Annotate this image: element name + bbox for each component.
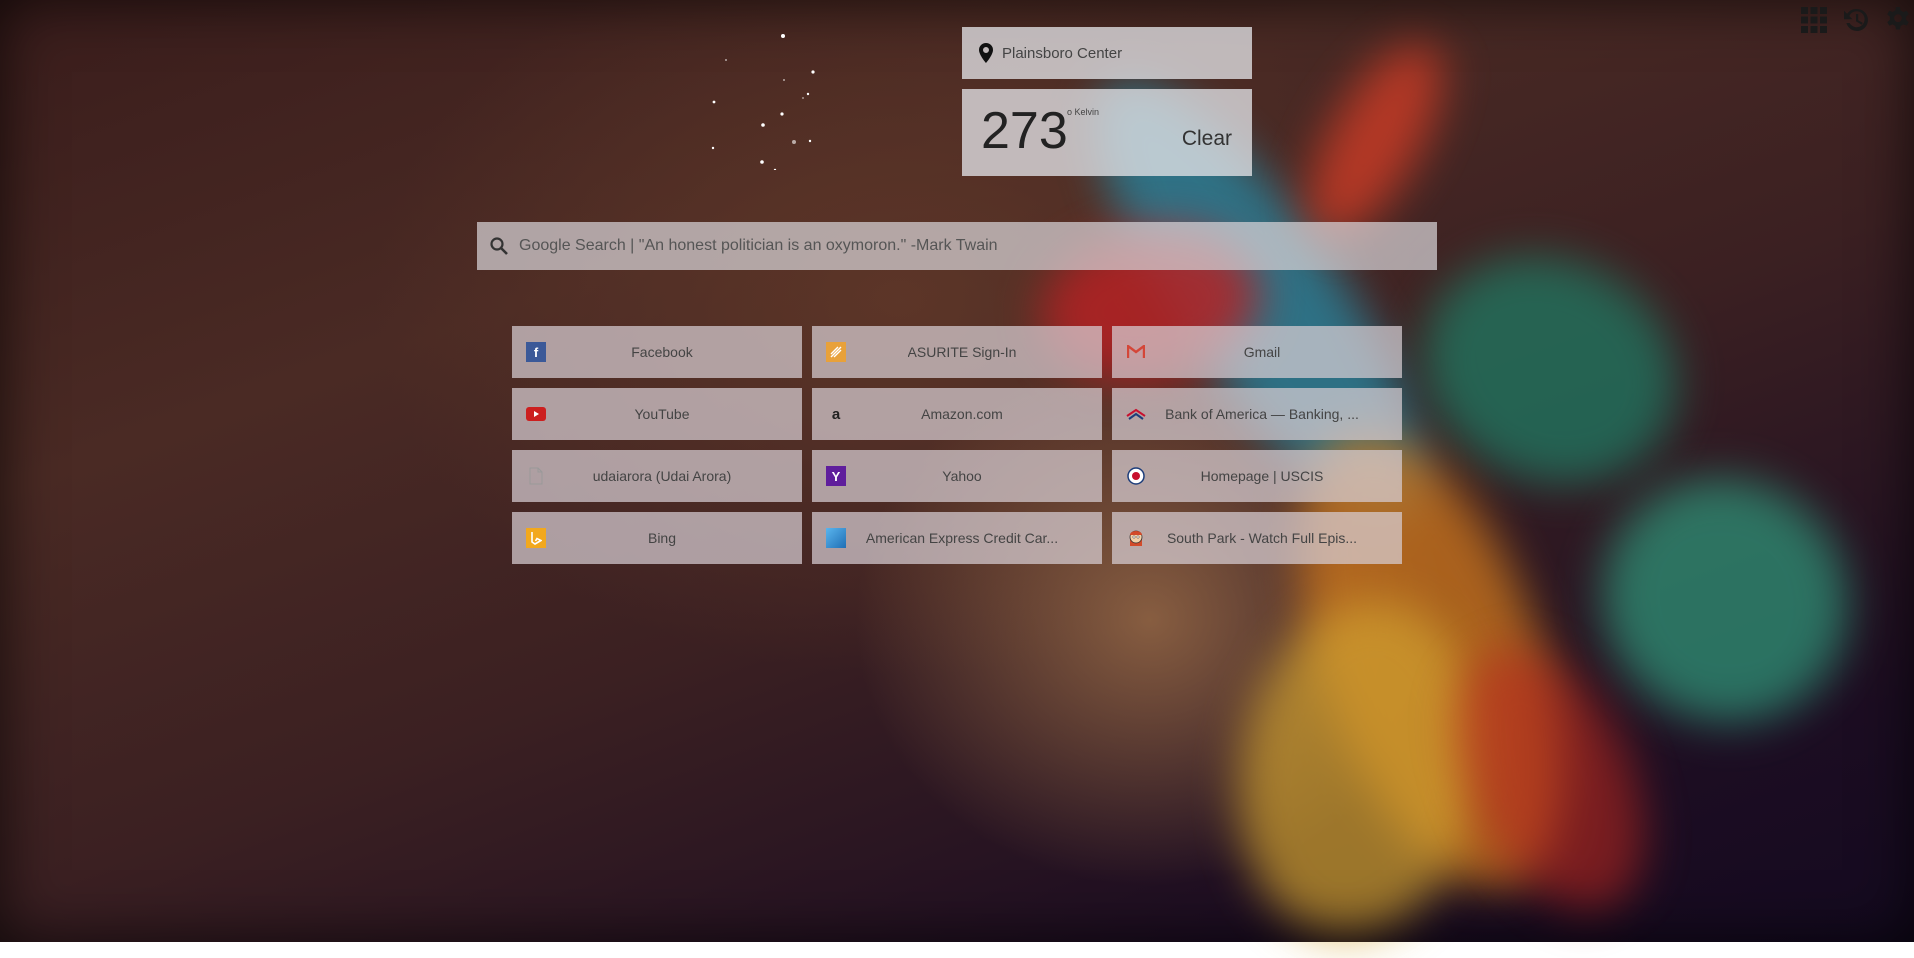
- moon-weather-icon: [690, 30, 820, 170]
- yahoo-icon: Y: [826, 466, 846, 486]
- search-input[interactable]: [517, 236, 1437, 256]
- tile-label: Gmail: [1244, 344, 1281, 360]
- amazon-icon: a: [826, 404, 846, 424]
- speed-dial-grid: f Facebook ASURITE Sign-In Gmail YouTube…: [512, 326, 1402, 564]
- asu-icon: [826, 342, 846, 362]
- weather-box: 273 o Kelvin Clear: [962, 89, 1252, 176]
- tile-bing[interactable]: Bing: [512, 512, 802, 564]
- tile-bank-of-america[interactable]: Bank of America — Banking, ...: [1112, 388, 1402, 440]
- search-bar[interactable]: [477, 222, 1437, 270]
- tile-american-express[interactable]: American Express Credit Car...: [812, 512, 1102, 564]
- tile-label: YouTube: [634, 406, 689, 422]
- tile-udaiarora[interactable]: udaiarora (Udai Arora): [512, 450, 802, 502]
- tile-label: Homepage | USCIS: [1201, 468, 1324, 484]
- tile-yahoo[interactable]: Y Yahoo: [812, 450, 1102, 502]
- facebook-icon: f: [526, 342, 546, 362]
- tile-label: Bing: [648, 530, 676, 546]
- bing-icon: [526, 528, 546, 548]
- temperature-unit: o Kelvin: [1067, 107, 1099, 117]
- location-box[interactable]: Plainsboro Center: [962, 27, 1252, 79]
- tile-label: Bank of America — Banking, ...: [1165, 406, 1359, 422]
- tile-label: udaiarora (Udai Arora): [593, 468, 732, 484]
- tile-label: Yahoo: [942, 468, 981, 484]
- tile-label: South Park - Watch Full Epis...: [1167, 530, 1357, 546]
- bank-of-america-icon: [1126, 404, 1146, 424]
- south-park-icon: [1126, 528, 1146, 548]
- location-name: Plainsboro Center: [1002, 45, 1122, 62]
- tile-label: Amazon.com: [921, 406, 1003, 422]
- tile-uscis[interactable]: Homepage | USCIS: [1112, 450, 1402, 502]
- apps-grid-icon[interactable]: [1798, 4, 1830, 36]
- weather-condition: Clear: [1182, 127, 1232, 151]
- location-pin-icon: [978, 43, 994, 63]
- gmail-icon: [1126, 342, 1146, 362]
- settings-gear-icon[interactable]: [1882, 4, 1914, 36]
- top-toolbar: [1798, 4, 1914, 36]
- tile-label: Facebook: [631, 344, 692, 360]
- tile-asurite[interactable]: ASURITE Sign-In: [812, 326, 1102, 378]
- amex-icon: [826, 528, 846, 548]
- uscis-icon: [1126, 466, 1146, 486]
- page-icon: [526, 466, 546, 486]
- tile-label: ASURITE Sign-In: [908, 344, 1017, 360]
- history-icon[interactable]: [1840, 4, 1872, 36]
- tile-south-park[interactable]: South Park - Watch Full Epis...: [1112, 512, 1402, 564]
- search-icon: [489, 236, 509, 256]
- tile-label: American Express Credit Car...: [866, 530, 1058, 546]
- tile-gmail[interactable]: Gmail: [1112, 326, 1402, 378]
- youtube-icon: [526, 404, 546, 424]
- tile-amazon[interactable]: a Amazon.com: [812, 388, 1102, 440]
- temperature-value: 273: [981, 105, 1068, 157]
- tile-youtube[interactable]: YouTube: [512, 388, 802, 440]
- tile-facebook[interactable]: f Facebook: [512, 326, 802, 378]
